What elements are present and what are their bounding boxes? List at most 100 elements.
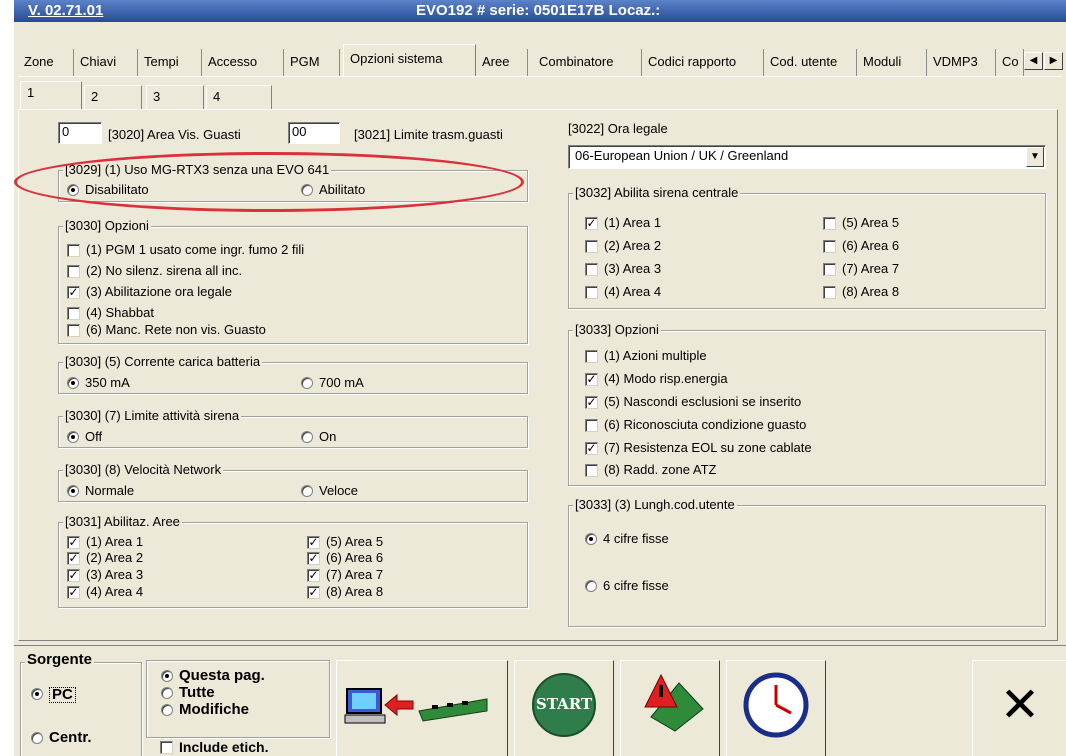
tab-opzioni-sistema[interactable]: Opzioni sistema	[343, 44, 476, 77]
checkbox-label: (2) No silenz. sirena all inc.	[86, 263, 243, 278]
radio-empty-icon	[301, 485, 313, 497]
radio-empty-icon	[585, 580, 597, 592]
limite-trasm-guasti-input[interactable]: 00	[288, 122, 340, 144]
subtab-3[interactable]: 3	[146, 85, 204, 109]
checkmark-icon: ✓	[585, 372, 598, 386]
tab-tempi[interactable]: Tempi	[138, 49, 202, 76]
radio-selected-icon	[67, 377, 79, 389]
group-3033-3: [3033] (3) Lungh.cod.utente 4 cifre fiss…	[568, 497, 1046, 627]
checkbox-label: (5) Area 5	[326, 534, 384, 549]
checkbox-label: (1) Area 1	[86, 534, 144, 549]
checkbox-unchecked-icon	[823, 240, 836, 253]
version-label: V. 02.71.01	[28, 2, 104, 19]
radio-empty-icon	[161, 704, 173, 716]
radio-label: 4 cifre fisse	[603, 531, 669, 546]
start-button[interactable]: START	[514, 660, 614, 756]
chevron-down-icon[interactable]: ▼	[1026, 147, 1044, 167]
tab-pgm[interactable]: PGM	[284, 49, 340, 76]
checkbox-unchecked-icon	[67, 324, 80, 337]
checkbox-label: (2) Area 2	[86, 550, 144, 565]
checkbox-label: (5) Area 5	[842, 215, 900, 230]
subtab-4[interactable]: 4	[206, 85, 272, 109]
pc-to-panel-transfer-icon	[344, 688, 488, 724]
checkbox-unchecked-icon	[585, 240, 598, 253]
group-3030-opzioni: [3030] Opzioni (1) PGM 1 usato come ingr…	[58, 218, 528, 344]
group-3030-5: [3030] (5) Corrente carica batteria 350 …	[58, 354, 528, 394]
group-sorgente: Sorgente PC Centr.	[20, 651, 142, 756]
clock-icon	[743, 672, 809, 738]
radio-empty-icon	[161, 687, 173, 699]
subtab-2[interactable]: 2	[84, 85, 142, 109]
radio-label: 6 cifre fisse	[603, 578, 669, 593]
checkbox-label: (6) Area 6	[326, 550, 384, 565]
tab-scroll-right-icon[interactable]: ▶	[1044, 52, 1063, 70]
checkmark-icon: ✓	[585, 395, 598, 409]
group-3030-5-title: [3030] (5) Corrente carica batteria	[63, 354, 263, 369]
tab-combinatore[interactable]: Combinatore	[533, 49, 642, 76]
checkbox-label: (5) Nascondi esclusioni se inserito	[604, 394, 802, 409]
checkmark-icon: ✓	[67, 551, 80, 565]
checkbox-label: (8) Radd. zone ATZ	[604, 462, 717, 477]
radio-label: Tutte	[179, 684, 215, 701]
checkbox-label: (6) Riconosciuta condizione guasto	[604, 417, 807, 432]
highlight-ellipse	[14, 152, 524, 212]
checkbox-label: (3) Area 3	[86, 567, 144, 582]
group-3030-8-title: [3030] (8) Velocità Network	[63, 462, 224, 477]
checkbox-label: (4) Modo risp.energia	[604, 371, 728, 386]
group-3031-title: [3031] Abilitaz. Aree	[63, 514, 182, 529]
start-label: START	[535, 695, 593, 713]
tab-codici-rapporto[interactable]: Codici rapporto	[642, 49, 764, 76]
tab-aree[interactable]: Aree	[476, 49, 528, 76]
checkmark-icon: ✓	[67, 568, 80, 582]
checkbox-unchecked-icon	[160, 741, 173, 754]
radio-label: Normale	[85, 483, 135, 498]
checkbox-label: (4) Area 4	[604, 284, 662, 299]
checkbox-unchecked-icon	[67, 307, 80, 320]
checkbox-label: (3) Abilitazione ora legale	[86, 284, 232, 299]
checkbox-label: (4) Area 4	[86, 584, 144, 599]
checkmark-icon: ✓	[585, 441, 598, 455]
checkbox-label: (8) Area 8	[842, 284, 900, 299]
ora-legale-label: [3022] Ora legale	[568, 121, 668, 136]
tab-vdmp3[interactable]: VDMP3	[927, 49, 996, 76]
title-bar: V. 02.71.01 EVO192 # serie: 0501E17B Loc…	[14, 0, 1066, 22]
checkbox-label: (7) Area 7	[326, 567, 384, 582]
checkmark-icon: ✓	[67, 285, 80, 299]
radio-empty-icon	[301, 377, 313, 389]
transfer-button[interactable]	[336, 660, 508, 756]
checkbox-unchecked-icon	[823, 286, 836, 299]
tab-co[interactable]: Co	[996, 49, 1024, 76]
subtab-1[interactable]: 1	[20, 81, 82, 110]
radio-label: Off	[85, 429, 103, 444]
radio-label: Questa pag.	[179, 667, 265, 684]
checkmark-icon: ✓	[67, 535, 80, 549]
bottom-divider	[14, 645, 1066, 646]
area-vis-guasti-input[interactable]: 0	[58, 122, 102, 144]
checkmark-icon: ✓	[585, 216, 598, 230]
clock-button[interactable]	[726, 660, 826, 756]
radio-selected-icon	[161, 670, 173, 682]
tab-chiavi[interactable]: Chiavi	[74, 49, 138, 76]
ora-legale-value: 06-European Union / UK / Greenland	[575, 148, 789, 163]
ora-legale-select[interactable]: 06-European Union / UK / Greenland ▼	[568, 145, 1046, 169]
group-3030-8: [3030] (8) Velocità Network Normale Velo…	[58, 462, 528, 502]
checkbox-unchecked-icon	[585, 263, 598, 276]
radio-selected-icon	[585, 533, 597, 545]
radio-label: Veloce	[319, 483, 359, 498]
radio-label: 350 mA	[85, 375, 130, 390]
checkmark-icon: ✓	[307, 568, 320, 582]
checkmark-icon: ✓	[307, 585, 320, 599]
close-button[interactable]: ✕	[972, 660, 1066, 756]
tab-moduli[interactable]: Moduli	[857, 49, 927, 76]
group-3033: [3033] Opzioni (1) Azioni multiple ✓ (4) …	[568, 322, 1046, 486]
tab-scroll-left-icon[interactable]: ◀	[1024, 52, 1043, 70]
tab-scroll-buttons: ◀ ▶	[1024, 52, 1064, 70]
checkbox-unchecked-icon	[823, 217, 836, 230]
checkbox-label: (8) Area 8	[326, 584, 384, 599]
tab-cod-utente[interactable]: Cod. utente	[764, 49, 857, 76]
checkbox-label: (2) Area 2	[604, 238, 662, 253]
tab-accesso[interactable]: Accesso	[202, 49, 284, 76]
tab-zone[interactable]: Zone	[18, 49, 74, 76]
group-3030-title: [3030] Opzioni	[63, 218, 151, 233]
panel-alarm-button[interactable]	[620, 660, 720, 756]
